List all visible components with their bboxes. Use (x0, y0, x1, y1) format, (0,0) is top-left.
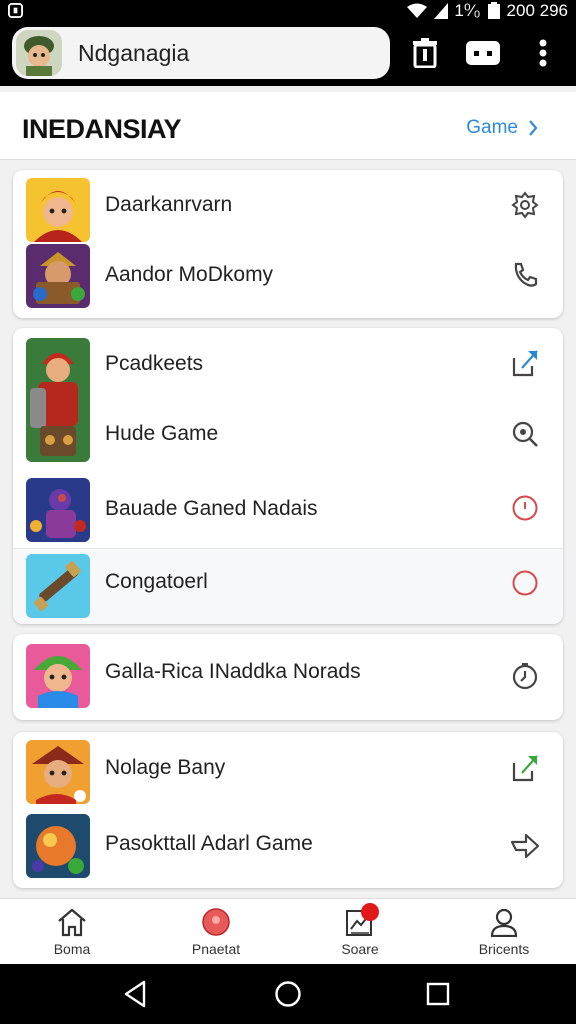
circle-outline-icon (512, 495, 538, 521)
tab-label: Boma (53, 941, 91, 957)
timer-icon (512, 663, 538, 690)
search-icon (512, 421, 538, 447)
clock: 200 296 (506, 1, 568, 20)
warrior-treasure-icon (26, 244, 90, 308)
list-item[interactable]: Daarkanrvarn (13, 170, 563, 242)
game-controller-button[interactable] (462, 32, 504, 74)
list-item[interactable]: Bauade Ganed Nadais (13, 470, 563, 548)
tab-score[interactable]: Soare (288, 899, 432, 964)
search-button[interactable] (507, 416, 543, 452)
tab-label: Bricents (478, 941, 530, 957)
call-button[interactable] (507, 257, 543, 293)
game-group-card: Nolage Bany Pasokttall Adarl Game (13, 732, 563, 888)
planet-orb-icon (26, 814, 90, 878)
tab-profile[interactable]: Bricents (432, 899, 576, 964)
trash-icon (413, 38, 437, 68)
telescope-icon (26, 554, 90, 618)
hero-red-hair-icon (26, 178, 90, 242)
list-item[interactable]: Galla-Rica INaddka Norads (13, 634, 563, 720)
search-query[interactable]: Ndganagia (78, 40, 189, 67)
share-button[interactable] (507, 750, 543, 786)
status-bar: 1⁰⁄₀ 200 296 (0, 0, 576, 22)
list-item[interactable]: Pcadkeets (13, 328, 563, 398)
recents-square-icon[interactable] (422, 978, 454, 1010)
list-item[interactable]: Aandor MoDkomy (13, 240, 563, 318)
signal-icon (434, 3, 449, 19)
item-title: Pcadkeets (105, 352, 204, 375)
profile-icon (490, 908, 518, 937)
game-group-card: Daarkanrvarn Aandor MoDkomy (13, 170, 563, 318)
battery-icon (487, 2, 500, 19)
item-title: Nolage Bany (105, 756, 226, 779)
bottom-navigation: Boma Pnaetat Soare Bricents (0, 898, 576, 964)
item-title: Hude Game (105, 422, 219, 445)
share-button[interactable] (507, 345, 543, 381)
game-group-card: Pcadkeets Hude Game Bauade Ganed Nadais … (13, 328, 563, 624)
green-hat-hero-icon (26, 644, 90, 708)
delete-button[interactable] (404, 32, 446, 74)
chevron-right-icon (529, 120, 538, 136)
page-title: INEDANSIAY (22, 114, 182, 144)
list-item[interactable]: Pasokttall Adarl Game (13, 806, 563, 888)
blue-robot-icon (26, 478, 90, 542)
gamepad-icon (466, 41, 500, 65)
wifi-icon (407, 3, 428, 18)
avatar[interactable] (16, 30, 62, 76)
circle-outline-icon (512, 570, 538, 596)
list-item[interactable]: Congatoerl (13, 548, 563, 624)
tab-home[interactable]: Boma (0, 899, 144, 964)
notification-badge (361, 903, 379, 921)
phone-icon (514, 262, 538, 287)
forward-button[interactable] (507, 828, 543, 864)
item-status-button[interactable] (507, 565, 543, 601)
forward-icon (510, 833, 540, 859)
tab-label: Pnaetat (191, 941, 241, 957)
more-options-button[interactable] (522, 32, 564, 74)
item-title: Pasokttall Adarl Game (105, 832, 313, 855)
tab-record[interactable]: Pnaetat (144, 899, 288, 964)
home-icon (58, 908, 86, 937)
game-group-card: Galla-Rica INaddka Norads (13, 634, 563, 720)
back-icon[interactable] (120, 978, 152, 1010)
item-title: Daarkanrvarn (105, 193, 233, 216)
item-status-button[interactable] (507, 490, 543, 526)
list-item[interactable]: Hude Game (13, 398, 563, 470)
more-vertical-icon (539, 39, 547, 67)
timer-button[interactable] (507, 658, 543, 694)
pirate-captain-icon (26, 740, 90, 804)
share-icon (512, 350, 538, 377)
user-avatar-icon (16, 30, 62, 76)
battery-text: 1⁰⁄₀ (454, 1, 481, 20)
search-bar[interactable]: Ndganagia (12, 27, 390, 79)
record-icon (202, 908, 230, 936)
game-link[interactable]: Game (466, 117, 538, 139)
system-navigation-bar (0, 964, 576, 1024)
app-bar: Ndganagia (0, 22, 576, 86)
tab-label: Soare (341, 941, 379, 957)
app-notification-icon (8, 3, 23, 18)
settings-icon (511, 191, 539, 219)
list-item[interactable]: Nolage Bany (13, 732, 563, 806)
settings-button[interactable] (507, 187, 543, 223)
section-header: INEDANSIAY Game (0, 92, 576, 160)
share-icon (512, 755, 538, 782)
item-title: Galla-Rica INaddka Norads (105, 660, 361, 683)
item-title: Aandor MoDkomy (105, 263, 274, 286)
item-title: Congatoerl (105, 570, 208, 593)
home-circle-icon[interactable] (272, 978, 304, 1010)
item-title: Bauade Ganed Nadais (105, 497, 318, 520)
game-link-label[interactable]: Game (466, 117, 518, 139)
